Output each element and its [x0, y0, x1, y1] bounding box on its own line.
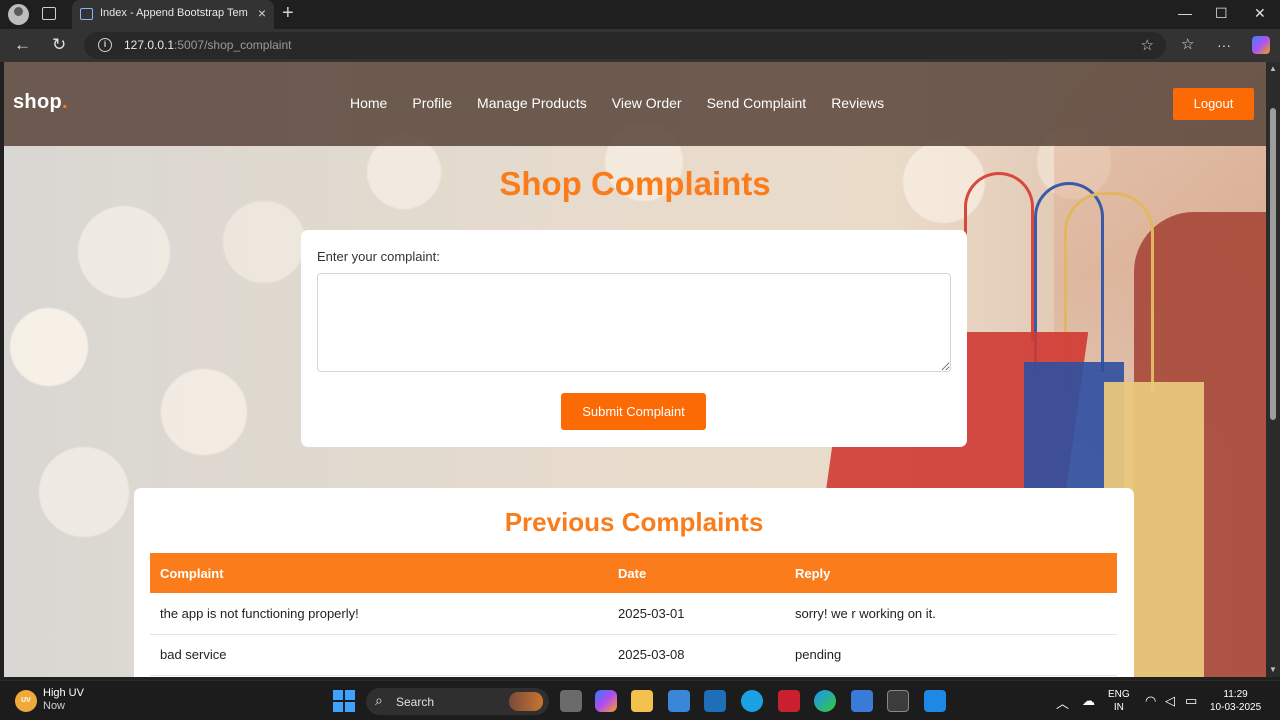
- terminal-icon[interactable]: [887, 690, 909, 712]
- address-bar[interactable]: i 127.0.0.1:5007/shop_complaint ☆: [84, 32, 1166, 59]
- cell-reply: sorry! we r working on it.: [785, 593, 1117, 635]
- search-highlight-icon: [509, 692, 543, 711]
- browser-tab-active[interactable]: Index - Append Bootstrap Template ×: [72, 0, 274, 29]
- weather-widget[interactable]: High UV Now: [43, 687, 84, 713]
- weather-icon[interactable]: UV: [15, 690, 37, 712]
- profile-icon[interactable]: [8, 4, 29, 25]
- url-path: :5007/shop_complaint: [174, 38, 292, 52]
- bookmark-star-icon[interactable]: ☆: [1141, 36, 1154, 54]
- brand-dot: .: [61, 91, 68, 113]
- page-scrollbar[interactable]: ▲ ▼: [1266, 62, 1280, 677]
- minimize-button[interactable]: —: [1178, 5, 1192, 21]
- weather-subtitle: Now: [43, 700, 66, 712]
- url-host: 127.0.0.1: [124, 38, 175, 52]
- brand-name: shop: [13, 91, 62, 113]
- scroll-thumb[interactable]: [1270, 108, 1276, 420]
- tab-close-icon[interactable]: ×: [258, 5, 266, 21]
- copilot-icon[interactable]: [1252, 36, 1270, 54]
- complaint-textarea[interactable]: [317, 273, 951, 372]
- taskbar-search[interactable]: ⌕ Search: [366, 688, 549, 715]
- more-menu-icon[interactable]: ···: [1217, 35, 1231, 55]
- back-icon[interactable]: ←: [14, 35, 31, 55]
- cell-date: 2025-03-08: [608, 634, 785, 676]
- nav-view-order[interactable]: View Order: [612, 95, 682, 111]
- table-row: the app is not functioning properly! 202…: [150, 593, 1117, 635]
- taskbar: UV High UV Now ⌕ Search ︿ ☁ ENG IN ◠ ◁ ▭…: [0, 680, 1280, 720]
- language-code: ENG: [1108, 689, 1130, 700]
- complaints-table: Complaint Date Reply the app is not func…: [150, 553, 1117, 676]
- start-icon[interactable]: [333, 690, 355, 712]
- weather-title: High UV: [43, 687, 84, 699]
- file-explorer-icon[interactable]: [631, 690, 653, 712]
- cell-date: 2025-03-01: [608, 593, 785, 635]
- browser-toolbar: ← ↻ i 127.0.0.1:5007/shop_complaint ☆ ☆ …: [0, 29, 1280, 62]
- logout-button[interactable]: Logout: [1173, 88, 1254, 120]
- browser-tab-bar: Index - Append Bootstrap Template × + — …: [0, 0, 1280, 29]
- previous-complaints-title: Previous Complaints: [504, 507, 764, 537]
- language-indicator[interactable]: ENG IN: [1108, 688, 1130, 714]
- nav-home[interactable]: Home: [350, 95, 387, 111]
- wifi-icon[interactable]: ◠: [1145, 693, 1156, 709]
- clock-time: 11:29: [1223, 689, 1248, 700]
- copilot-app-icon[interactable]: [595, 690, 617, 712]
- python-icon[interactable]: [741, 690, 763, 712]
- page-viewport: shop. Home Profile Manage Products View …: [4, 62, 1266, 677]
- mysql-icon[interactable]: [704, 690, 726, 712]
- reload-icon[interactable]: ↻: [52, 35, 66, 55]
- clock-date: 10-03-2025: [1210, 702, 1262, 713]
- tab-actions-icon[interactable]: [42, 7, 56, 20]
- search-icon: ⌕: [375, 692, 383, 708]
- nav-send-complaint[interactable]: Send Complaint: [707, 95, 807, 111]
- clock[interactable]: 11:29 10-03-2025: [1210, 688, 1261, 714]
- column-header-complaint: Complaint: [150, 553, 608, 593]
- edge-icon[interactable]: [814, 690, 836, 712]
- url-text: 127.0.0.1:5007/shop_complaint: [124, 38, 291, 52]
- page-title: Shop Complaints: [499, 165, 771, 202]
- main-nav: Home Profile Manage Products View Order …: [350, 95, 909, 111]
- cell-complaint: the app is not functioning properly!: [150, 593, 608, 635]
- cell-complaint: bad service: [150, 634, 608, 676]
- language-region: IN: [1113, 702, 1124, 713]
- scroll-down-icon[interactable]: ▼: [1269, 665, 1277, 674]
- task-view-icon[interactable]: [560, 690, 582, 712]
- tab-title: Index - Append Bootstrap Template: [100, 7, 248, 19]
- nav-profile[interactable]: Profile: [412, 95, 452, 111]
- show-hidden-icons-icon[interactable]: ︿: [1056, 693, 1069, 712]
- submit-complaint-button[interactable]: Submit Complaint: [561, 393, 706, 430]
- column-header-reply: Reply: [785, 553, 1117, 593]
- battery-icon[interactable]: ▭: [1185, 693, 1197, 709]
- cell-reply: pending: [785, 634, 1117, 676]
- previous-complaints-card: Previous Complaints Complaint Date Reply…: [134, 488, 1134, 677]
- site-info-icon[interactable]: i: [98, 38, 112, 52]
- onedrive-icon[interactable]: ☁: [1082, 693, 1095, 709]
- complaint-label: Enter your complaint:: [317, 249, 440, 264]
- store-icon[interactable]: [668, 690, 690, 712]
- nav-reviews[interactable]: Reviews: [831, 95, 884, 111]
- antivirus-icon[interactable]: [778, 690, 800, 712]
- maximize-button[interactable]: ☐: [1215, 5, 1228, 22]
- close-window-button[interactable]: ✕: [1254, 5, 1266, 22]
- favorites-icon[interactable]: ☆: [1181, 35, 1194, 55]
- column-header-date: Date: [608, 553, 785, 593]
- site-header: shop. Home Profile Manage Products View …: [4, 62, 1266, 146]
- complaint-form: Enter your complaint: Submit Complaint: [301, 230, 967, 447]
- table-row: bad service 2025-03-08 pending: [150, 634, 1117, 676]
- new-tab-button[interactable]: +: [282, 3, 294, 23]
- paint-icon[interactable]: [851, 690, 873, 712]
- scroll-up-icon[interactable]: ▲: [1269, 64, 1277, 73]
- taskbar-search-label: Search: [396, 695, 435, 709]
- nav-manage-products[interactable]: Manage Products: [477, 95, 587, 111]
- page-favicon-icon: [80, 8, 93, 20]
- brand-logo[interactable]: shop.: [13, 91, 68, 114]
- volume-icon[interactable]: ◁: [1165, 693, 1175, 709]
- table-header-row: Complaint Date Reply: [150, 553, 1117, 593]
- vscode-icon[interactable]: [924, 690, 946, 712]
